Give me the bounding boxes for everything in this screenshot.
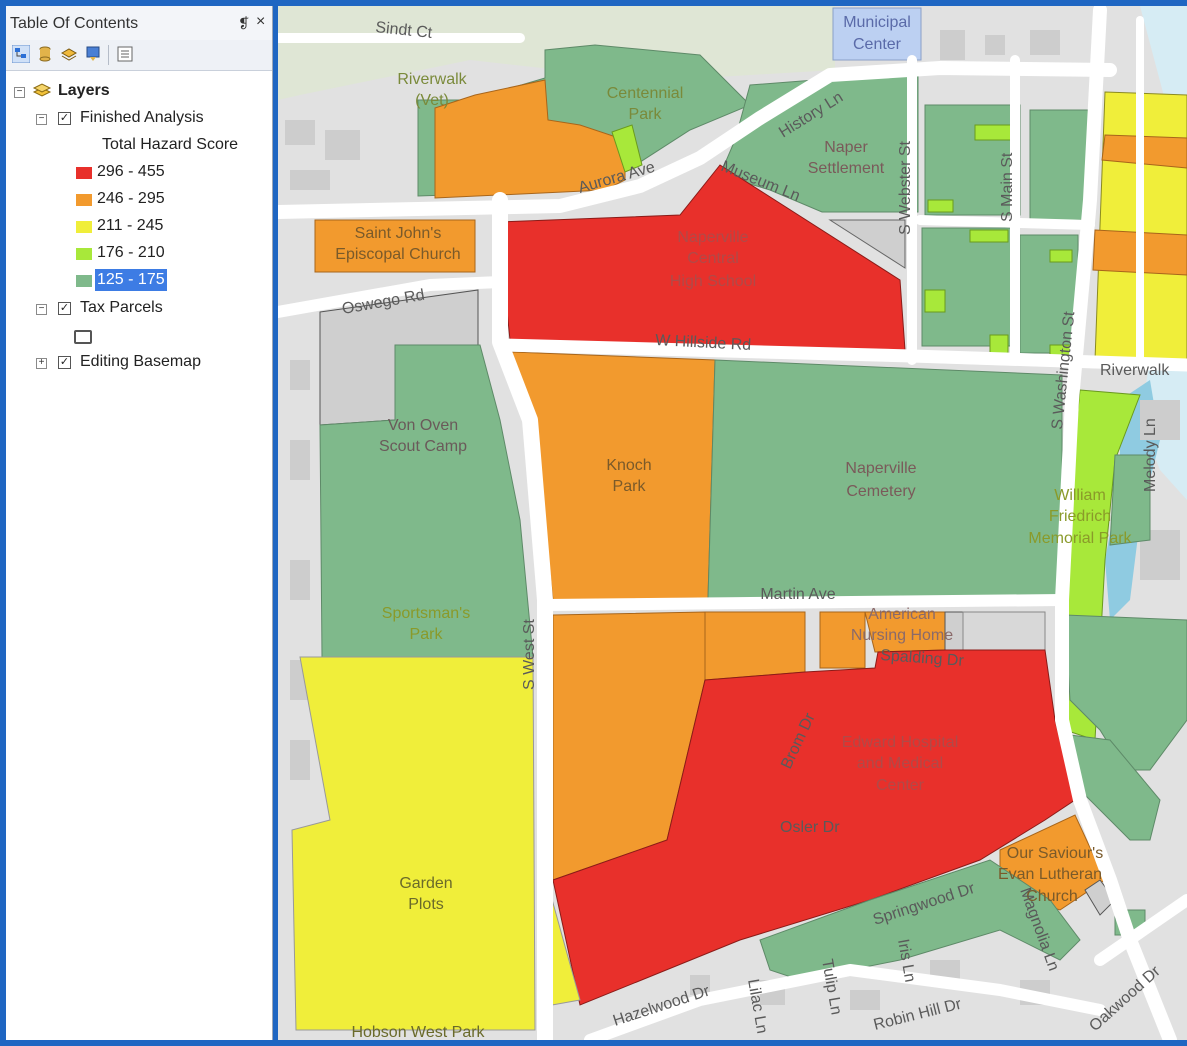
legend-swatch bbox=[76, 221, 92, 233]
parcel-orange-mid[interactable] bbox=[704, 611, 806, 681]
editing-basemap-expander[interactable]: + bbox=[36, 358, 47, 369]
map-label: Riverwalk bbox=[1100, 362, 1170, 379]
map-label: Sportsman's bbox=[382, 605, 470, 622]
tax-parcels-checkbox[interactable]: ✓ bbox=[58, 302, 71, 315]
map-label: Von Oven bbox=[388, 417, 458, 434]
finished-analysis-checkbox[interactable]: ✓ bbox=[58, 112, 71, 125]
map-label: Garden bbox=[399, 875, 452, 892]
layers-expander[interactable]: − bbox=[14, 87, 25, 98]
editing-basemap-checkbox[interactable]: ✓ bbox=[58, 356, 71, 369]
toc-title-bar: Table Of Contents ❡ × bbox=[6, 6, 272, 41]
parcel-naperville-cemetery[interactable] bbox=[707, 359, 1063, 599]
tax-parcels-symbol bbox=[74, 330, 92, 344]
map-label: Friedrich bbox=[1049, 508, 1111, 525]
map-label: (Vet) bbox=[415, 92, 449, 109]
legend-class-label-selected[interactable]: 125 - 175 bbox=[95, 269, 167, 291]
toc-title: Table Of Contents bbox=[10, 15, 139, 32]
map-label: Park bbox=[613, 478, 647, 495]
map-label: Plots bbox=[408, 896, 444, 913]
map-label: Park bbox=[410, 626, 444, 643]
map-label: Settlement bbox=[808, 160, 885, 177]
parcel-garden-plots[interactable] bbox=[291, 656, 536, 1031]
legend-swatch bbox=[76, 275, 92, 287]
layers-label: Layers bbox=[58, 82, 110, 99]
map-label: Naperville bbox=[845, 460, 916, 477]
legend-swatch bbox=[76, 194, 92, 206]
map-label: Naperville bbox=[677, 229, 748, 246]
map-label: Nursing Home bbox=[851, 627, 953, 644]
list-by-visibility-icon[interactable] bbox=[60, 45, 78, 63]
map-label: Central bbox=[687, 250, 739, 267]
map-label: William bbox=[1054, 487, 1106, 504]
map-label: S Webster St bbox=[897, 140, 914, 235]
legend-field-name: Total Hazard Score bbox=[102, 136, 239, 153]
map-label: Center bbox=[853, 36, 902, 53]
map-label: Osler Dr bbox=[780, 819, 840, 836]
map-label: S West St bbox=[521, 619, 538, 690]
options-icon[interactable] bbox=[116, 45, 134, 63]
legend-class-label: 296 - 455 bbox=[97, 163, 165, 180]
map-view[interactable]: Sindt Ct Municipal Center Riverwalk (Vet… bbox=[278, 6, 1187, 1040]
map-label: Martin Ave bbox=[760, 586, 835, 603]
map-label: and Medical bbox=[857, 755, 943, 772]
map-label: High School bbox=[670, 273, 756, 290]
map-label: Hobson West Park bbox=[351, 1024, 485, 1040]
map-label: Our Saviour's bbox=[1007, 845, 1103, 862]
map-label: Melody Ln bbox=[1142, 418, 1159, 492]
map-label: Saint John's bbox=[355, 225, 442, 242]
map-label: Knoch bbox=[606, 457, 651, 474]
tax-parcels-label[interactable]: Tax Parcels bbox=[80, 297, 163, 319]
legend-swatch bbox=[76, 248, 92, 260]
legend-swatch bbox=[76, 167, 92, 179]
map-label: Evan Lutheran bbox=[998, 866, 1102, 883]
map-label: Riverwalk bbox=[397, 71, 467, 88]
map-label: Naper bbox=[824, 139, 868, 156]
map-label: Edward Hospital bbox=[842, 734, 959, 751]
map-label: Episcopal Church bbox=[335, 246, 460, 263]
pin-icon[interactable]: ❡ bbox=[238, 15, 250, 32]
map-label: Municipal bbox=[843, 14, 911, 31]
list-by-source-icon[interactable] bbox=[36, 45, 54, 63]
map-label: Park bbox=[629, 106, 663, 123]
map-label: American bbox=[868, 606, 936, 623]
layers-icon bbox=[32, 83, 52, 97]
map-label: Scout Camp bbox=[379, 438, 467, 455]
toolbar-separator bbox=[108, 45, 109, 65]
parcel-grey-east[interactable] bbox=[962, 611, 1046, 653]
close-icon[interactable]: × bbox=[256, 13, 265, 31]
legend-class-label: 246 - 295 bbox=[97, 190, 165, 207]
list-by-drawing-order-icon[interactable] bbox=[12, 45, 30, 63]
map-canvas[interactable]: Sindt Ct Municipal Center Riverwalk (Vet… bbox=[278, 6, 1187, 1040]
map-label: Centennial bbox=[607, 85, 684, 102]
list-by-selection-icon[interactable] bbox=[84, 45, 102, 63]
legend-class-label: 176 - 210 bbox=[97, 244, 165, 261]
map-label: Cemetery bbox=[846, 483, 915, 500]
finished-analysis-label[interactable]: Finished Analysis bbox=[80, 107, 204, 129]
table-of-contents-panel: Table Of Contents ❡ × − Layers − ✓ Finis… bbox=[6, 6, 273, 1040]
tax-parcels-expander[interactable]: − bbox=[36, 304, 47, 315]
editing-basemap-label[interactable]: Editing Basemap bbox=[80, 351, 201, 373]
map-label: Center bbox=[876, 777, 925, 794]
map-label: Memorial Park bbox=[1028, 530, 1132, 547]
finished-analysis-expander[interactable]: − bbox=[36, 114, 47, 125]
legend-class-label: 211 - 245 bbox=[97, 217, 164, 234]
toc-toolbar bbox=[6, 40, 272, 71]
map-label: S Main St bbox=[999, 152, 1016, 222]
